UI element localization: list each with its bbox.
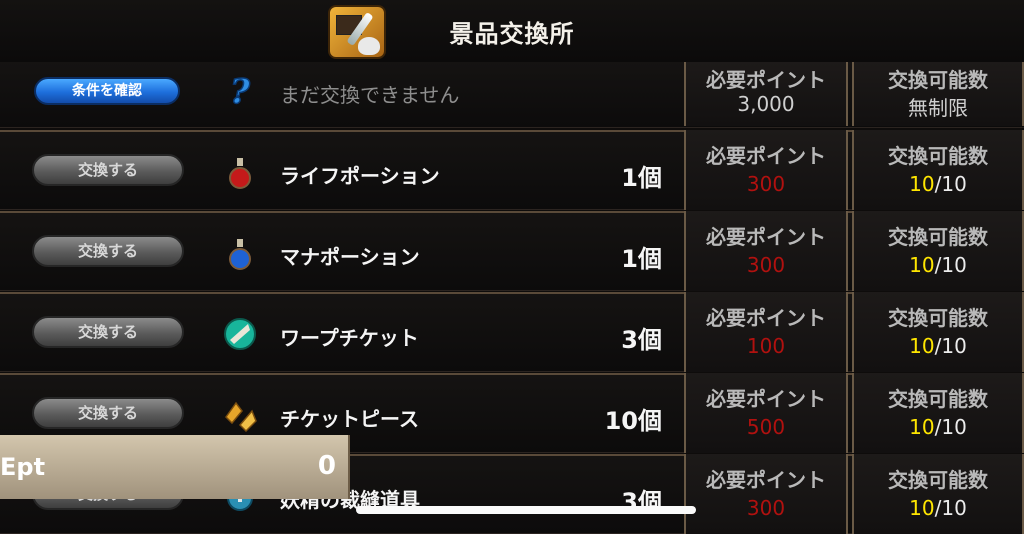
list-item: 交換する ワープチケット 3個 必要ポイント 100 交換可能数 10/10 [0, 292, 1024, 372]
list-item: 交換する マナポーション 1個 必要ポイント 300 交換可能数 10/10 [0, 211, 1024, 291]
points-box: 必要ポイント 300 [684, 211, 848, 291]
item-name: チケットピース [280, 407, 419, 431]
points-box: 必要ポイント 300 [684, 130, 848, 210]
item-count: 3個 [621, 326, 662, 354]
event-points-panel: Ept 0 [0, 435, 350, 499]
points-value: 100 [746, 334, 786, 358]
warp-ticket-icon [224, 318, 256, 350]
ticket-piece-icon [225, 401, 257, 433]
points-label: 必要ポイント [706, 306, 826, 330]
points-label: 必要ポイント [706, 225, 826, 249]
check-conditions-button[interactable]: 条件を確認 [34, 77, 180, 105]
points-label: 必要ポイント [706, 144, 826, 168]
points-box: 必要ポイント 3,000 [684, 62, 848, 126]
limit-box: 交換可能数 10/10 [852, 373, 1024, 453]
item-name: ワープチケット [280, 326, 419, 350]
list-item: 交換する ライフポーション 1個 必要ポイント 300 交換可能数 10/10 [0, 130, 1024, 210]
limit-label: 交換可能数 [888, 387, 988, 411]
svg-text:?: ? [230, 72, 251, 108]
limit-value: 10/10 [909, 334, 967, 358]
home-indicator[interactable] [356, 506, 696, 514]
event-points-label: Ept [0, 453, 46, 481]
item-count: 1個 [621, 245, 662, 273]
item-count: 1個 [621, 164, 662, 192]
exchange-button[interactable]: 交換する [32, 154, 184, 186]
question-icon: ? [229, 72, 252, 108]
points-label: 必要ポイント [706, 387, 826, 411]
red-potion-icon [229, 158, 251, 189]
limit-box: 交換可能数 10/10 [852, 454, 1024, 534]
limit-value: 無制限 [908, 96, 968, 120]
limit-label: 交換可能数 [888, 225, 988, 249]
points-box: 必要ポイント 300 [684, 454, 848, 534]
page-title: 景品交換所 [449, 20, 575, 48]
points-value: 3,000 [737, 92, 795, 116]
blue-potion-icon [229, 239, 251, 270]
limit-box: 交換可能数 10/10 [852, 292, 1024, 372]
limit-value: 10/10 [909, 415, 967, 439]
limit-label: 交換可能数 [888, 468, 988, 492]
points-value: 300 [746, 253, 786, 277]
exchange-button[interactable]: 交換する [32, 235, 184, 267]
item-name: ライフポーション [280, 164, 440, 188]
limit-box: 交換可能数 10/10 [852, 130, 1024, 210]
locked-message: まだ交換できません [280, 83, 460, 107]
exchange-button[interactable]: 交換する [32, 316, 184, 348]
points-value: 300 [746, 172, 786, 196]
limit-box: 交換可能数 無制限 [852, 62, 1024, 126]
event-points-value: 0 [317, 451, 336, 481]
points-label: 必要ポイント [706, 468, 826, 492]
locked-item-row: 条件を確認 ? まだ交換できません 必要ポイント 3,000 交換可能数 無制限 [0, 62, 1024, 128]
item-name: マナポーション [280, 245, 420, 269]
limit-label: 交換可能数 [888, 144, 988, 168]
points-value: 300 [746, 496, 786, 520]
header: 景品交換所 [0, 0, 1024, 64]
limit-value: 10/10 [909, 496, 967, 520]
limit-box: 交換可能数 10/10 [852, 211, 1024, 291]
limit-label: 交換可能数 [888, 306, 988, 330]
points-label: 必要ポイント [706, 68, 826, 92]
item-count: 10個 [604, 407, 662, 435]
limit-value: 10/10 [909, 172, 967, 196]
points-value: 500 [746, 415, 786, 439]
limit-label: 交換可能数 [888, 68, 988, 92]
points-box: 必要ポイント 100 [684, 292, 848, 372]
exchange-button[interactable]: 交換する [32, 397, 184, 429]
limit-value: 10/10 [909, 253, 967, 277]
points-box: 必要ポイント 500 [684, 373, 848, 453]
